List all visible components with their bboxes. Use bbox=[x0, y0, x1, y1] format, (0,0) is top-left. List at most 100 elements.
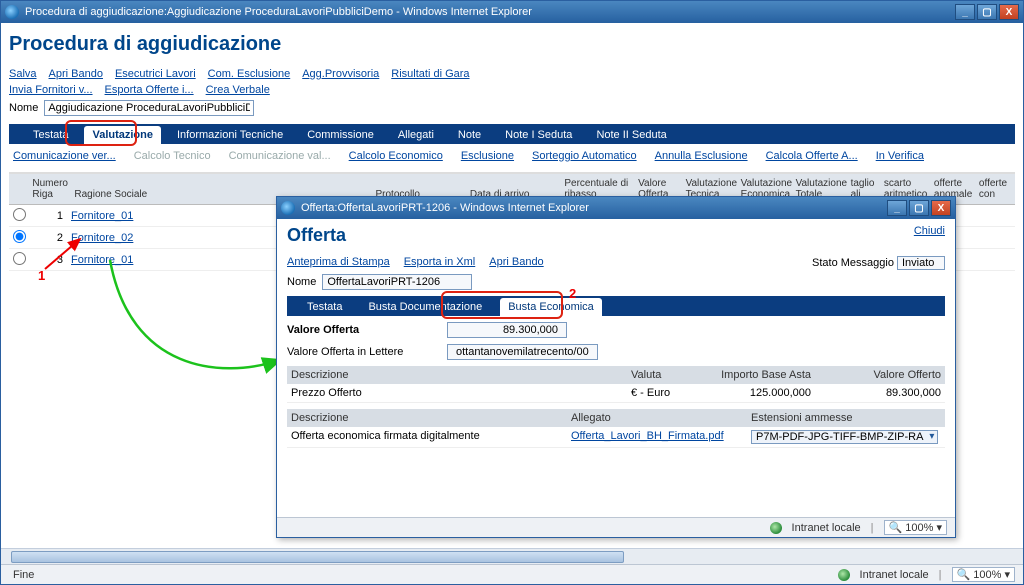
link-invia-fornitori[interactable]: Invia Fornitori v... bbox=[9, 84, 93, 96]
valore-lettere-row: Valore Offerta in Lettere ottantanovemil… bbox=[287, 344, 945, 360]
row-num: 3 bbox=[25, 254, 67, 266]
close-button[interactable]: X bbox=[999, 4, 1019, 20]
col-con[interactable]: offerte con bbox=[975, 178, 1013, 200]
popup-titlebar[interactable]: Offerta:OffertaLavoriPRT-1206 - Windows … bbox=[277, 197, 955, 219]
ext-select[interactable]: P7M-PDF-JPG-TIFF-BMP-ZIP-RA bbox=[751, 430, 938, 444]
link-salva[interactable]: Salva bbox=[9, 68, 37, 80]
page-title: Procedura di aggiudicazione bbox=[9, 33, 1015, 56]
row-num: 2 bbox=[25, 232, 67, 244]
row-link-fornitore[interactable]: Fornitore_02 bbox=[71, 232, 133, 244]
link-esporta-offerte[interactable]: Esporta Offerte i... bbox=[105, 84, 194, 96]
sublink-sorteggio[interactable]: Sorteggio Automatico bbox=[532, 150, 637, 162]
tab-note[interactable]: Note bbox=[450, 126, 489, 144]
tab-note1[interactable]: Note I Seduta bbox=[497, 126, 580, 144]
sublink-calc-tecnico: Calcolo Tecnico bbox=[134, 150, 211, 162]
sublink-calc-econ[interactable]: Calcolo Economico bbox=[349, 150, 443, 162]
annotation-2: 2 bbox=[569, 286, 576, 301]
status-zone: Intranet locale bbox=[860, 569, 929, 581]
valore-offerta-value[interactable]: 89.300,000 bbox=[447, 322, 567, 338]
action-links-row1: Salva Apri Bando Esecutrici Lavori Com. … bbox=[9, 68, 1015, 80]
sublink-com-val: Comunicazione val... bbox=[229, 150, 331, 162]
link-com-esclusione[interactable]: Com. Esclusione bbox=[208, 68, 291, 80]
row-link-fornitore[interactable]: Fornitore_01 bbox=[71, 210, 133, 222]
ie-icon bbox=[5, 5, 19, 19]
table-row: Offerta economica firmata digitalmente O… bbox=[287, 427, 945, 448]
stato-value bbox=[897, 256, 945, 270]
tab-valutazione[interactable]: Valutazione bbox=[84, 126, 161, 144]
popup-nome-input[interactable] bbox=[322, 274, 472, 290]
stato-wrap: Stato Messaggio bbox=[812, 256, 945, 270]
sublink-esclusione[interactable]: Esclusione bbox=[461, 150, 514, 162]
stato-label: Stato Messaggio bbox=[812, 257, 894, 269]
th2-ext: Estensioni ammesse bbox=[751, 412, 941, 424]
annotation-1: 1 bbox=[38, 268, 45, 283]
td-valuta: € - Euro bbox=[631, 387, 701, 399]
valore-lettere-label: Valore Offerta in Lettere bbox=[287, 346, 437, 358]
popup-zoom-value: 100% bbox=[905, 522, 933, 534]
main-titlebar[interactable]: Procedura di aggiudicazione:Aggiudicazio… bbox=[1, 1, 1023, 23]
th-valuta: Valuta bbox=[631, 369, 701, 381]
link-esporta-xml[interactable]: Esporta in Xml bbox=[404, 256, 476, 268]
allegato-link[interactable]: Offerta_Lavori_BH_Firmata.pdf bbox=[571, 430, 724, 442]
valore-lettere-value[interactable]: ottantanovemilatrecento/00 bbox=[447, 344, 598, 360]
popup-statusbar: Intranet locale | 🔍 100% ▾ bbox=[277, 517, 955, 537]
link-risultati[interactable]: Risultati di Gara bbox=[391, 68, 469, 80]
popup-links: Anteprima di Stampa Esporta in Xml Apri … bbox=[287, 256, 812, 268]
main-tabstrip: Testata Valutazione Informazioni Tecnich… bbox=[9, 124, 1015, 144]
link-apri-bando[interactable]: Apri Bando bbox=[49, 68, 103, 80]
td-desc: Prezzo Offerto bbox=[291, 387, 631, 399]
tab-testata[interactable]: Testata bbox=[25, 126, 76, 144]
popup-close-button[interactable]: X bbox=[931, 200, 951, 216]
th-off: Valore Offerto bbox=[831, 369, 941, 381]
ptab-busta-doc[interactable]: Busta Documentazione bbox=[360, 298, 490, 316]
td2-desc: Offerta economica firmata digitalmente bbox=[291, 430, 571, 444]
popup-window: Offerta:OffertaLavoriPRT-1206 - Windows … bbox=[276, 196, 956, 538]
ptab-busta-econ[interactable]: Busta Economica bbox=[500, 298, 602, 316]
popup-window-title: Offerta:OffertaLavoriPRT-1206 - Windows … bbox=[301, 202, 887, 214]
sub-action-links: Comunicazione ver... Calcolo Tecnico Com… bbox=[9, 144, 1015, 174]
sublink-com-ver[interactable]: Comunicazione ver... bbox=[13, 150, 116, 162]
table-allegati: Descrizione Allegato Estensioni ammesse … bbox=[287, 409, 945, 448]
popup-minimize-button[interactable]: _ bbox=[887, 200, 907, 216]
h-scroll-thumb[interactable] bbox=[11, 551, 624, 563]
nome-row: Nome bbox=[9, 100, 1015, 116]
tab-note2[interactable]: Note II Seduta bbox=[588, 126, 674, 144]
link-crea-verbale[interactable]: Crea Verbale bbox=[206, 84, 270, 96]
link-esecutrici[interactable]: Esecutrici Lavori bbox=[115, 68, 196, 80]
h-scrollbar[interactable] bbox=[1, 548, 1023, 564]
zoom-control[interactable]: 🔍 100% ▾ bbox=[952, 567, 1015, 582]
popup-status-zone: Intranet locale bbox=[792, 522, 861, 534]
row-num: 1 bbox=[25, 210, 67, 222]
tab-commissione[interactable]: Commissione bbox=[299, 126, 382, 144]
link-anteprima[interactable]: Anteprima di Stampa bbox=[287, 256, 390, 268]
td-base: 125.000,000 bbox=[701, 387, 831, 399]
sublink-annulla[interactable]: Annulla Esclusione bbox=[655, 150, 748, 162]
ptab-testata[interactable]: Testata bbox=[299, 298, 350, 316]
popup-zoom-control[interactable]: 🔍 100% ▾ bbox=[884, 520, 947, 535]
link-apri-bando-popup[interactable]: Apri Bando bbox=[489, 256, 543, 268]
link-agg-provvisoria[interactable]: Agg.Provvisoria bbox=[302, 68, 379, 80]
popup-chiudi-link[interactable]: Chiudi bbox=[914, 225, 945, 237]
row-link-fornitore[interactable]: Fornitore_01 bbox=[71, 254, 133, 266]
tab-allegati[interactable]: Allegati bbox=[390, 126, 442, 144]
maximize-button[interactable]: ▢ bbox=[977, 4, 997, 20]
valore-offerta-row: Valore Offerta 89.300,000 bbox=[287, 322, 945, 338]
col-numero[interactable]: Numero Riga bbox=[28, 178, 70, 200]
popup-body: Chiudi Offerta Stato Messaggio Anteprima… bbox=[277, 219, 955, 515]
tab-info-tecniche[interactable]: Informazioni Tecniche bbox=[169, 126, 291, 144]
globe-icon bbox=[838, 569, 850, 581]
nome-input[interactable] bbox=[44, 100, 254, 116]
th2-desc: Descrizione bbox=[291, 412, 571, 424]
th-desc: Descrizione bbox=[291, 369, 631, 381]
sublink-verifica[interactable]: In Verifica bbox=[876, 150, 924, 162]
th-base: Importo Base Asta bbox=[701, 369, 831, 381]
nome-label: Nome bbox=[9, 102, 38, 114]
minimize-button[interactable]: _ bbox=[955, 4, 975, 20]
table-prezzi: Descrizione Valuta Importo Base Asta Val… bbox=[287, 366, 945, 403]
sublink-calcola-off[interactable]: Calcola Offerte A... bbox=[766, 150, 858, 162]
popup-tabstrip: Testata Busta Documentazione Busta Econo… bbox=[287, 296, 945, 316]
action-links-row2: Invia Fornitori v... Esporta Offerte i..… bbox=[9, 84, 1015, 96]
popup-maximize-button[interactable]: ▢ bbox=[909, 200, 929, 216]
table-row: Prezzo Offerto € - Euro 125.000,000 89.3… bbox=[287, 384, 945, 403]
popup-nome-row: Nome bbox=[287, 274, 945, 290]
